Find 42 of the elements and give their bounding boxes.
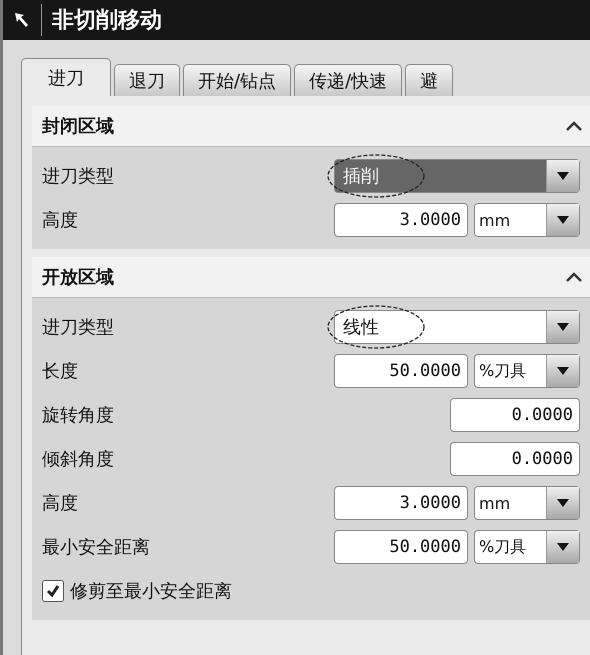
dropdown[interactable]: 插削 <box>334 159 580 193</box>
number-field[interactable]: 50.0000 <box>334 530 468 564</box>
number-field[interactable]: 3.0000 <box>334 203 468 237</box>
unit-dropdown[interactable]: %刀具 <box>474 530 580 564</box>
unit-dropdown[interactable]: %刀具 <box>474 354 580 388</box>
tab[interactable]: 开始/钻点 <box>183 64 292 96</box>
tab[interactable]: 传递/快速 <box>294 64 402 96</box>
window-title: 非切削移动 <box>52 7 162 35</box>
unit-dropdown[interactable]: mm <box>474 203 580 237</box>
tab[interactable]: 退刀 <box>114 64 180 96</box>
field-label: 最小安全距离 <box>42 536 150 559</box>
tab[interactable]: 进刀 <box>21 58 111 96</box>
field-label: 进刀类型 <box>42 316 114 339</box>
number-field[interactable]: 50.0000 <box>334 354 468 388</box>
section-title: 封闭区域 <box>42 115 114 138</box>
cursor-arrow-icon <box>13 11 31 29</box>
dropdown-arrow-icon <box>556 366 570 376</box>
chevron-icon[interactable] <box>564 119 584 133</box>
field-label: 高度 <box>42 209 78 232</box>
dropdown-arrow-icon <box>556 215 570 225</box>
field-label: 倾斜角度 <box>42 448 114 471</box>
field-label: 进刀类型 <box>42 165 114 188</box>
tab[interactable]: 避 <box>405 64 454 96</box>
section-title: 开放区域 <box>42 266 114 289</box>
dropdown-arrow-icon <box>556 498 570 508</box>
dropdown-arrow-icon <box>556 171 570 181</box>
number-field[interactable]: 0.0000 <box>450 398 580 432</box>
number-field[interactable]: 0.0000 <box>450 442 580 476</box>
number-field[interactable]: 3.0000 <box>334 486 468 520</box>
chevron-icon[interactable] <box>564 270 584 284</box>
field-label: 旋转角度 <box>42 404 114 427</box>
checkbox-label: 修剪至最小安全距离 <box>70 580 232 603</box>
checkbox[interactable] <box>42 580 64 602</box>
field-label: 高度 <box>42 492 78 515</box>
dropdown-arrow-icon <box>556 542 570 552</box>
section-header[interactable]: 开放区域 <box>32 257 590 298</box>
field-label: 长度 <box>42 360 78 383</box>
unit-dropdown[interactable]: mm <box>474 486 580 520</box>
dropdown-arrow-icon <box>556 322 570 332</box>
dropdown[interactable]: 线性 <box>334 310 580 344</box>
section-header[interactable]: 封闭区域 <box>32 106 590 147</box>
check-icon <box>45 583 61 599</box>
